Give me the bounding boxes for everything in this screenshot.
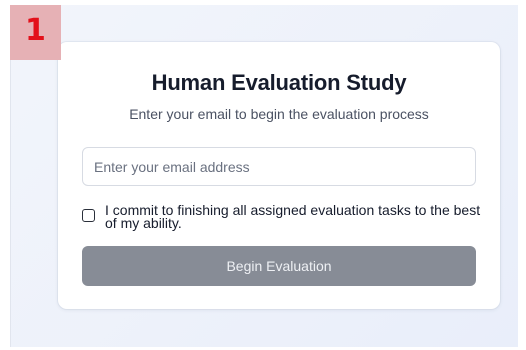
commitment-label[interactable]: I commit to finishing all assigned evalu… — [105, 203, 482, 230]
evaluation-login-card: Human Evaluation Study Enter your email … — [58, 42, 500, 309]
card-subtitle: Enter your email to begin the evaluation… — [129, 106, 429, 122]
commitment-row[interactable]: I commit to finishing all assigned evalu… — [82, 203, 482, 230]
card-title: Human Evaluation Study — [151, 70, 407, 95]
step-number-badge: 1 — [10, 5, 61, 60]
commitment-checkbox[interactable] — [82, 209, 95, 222]
begin-evaluation-button[interactable]: Begin Evaluation — [82, 246, 476, 286]
email-input[interactable] — [82, 147, 476, 186]
